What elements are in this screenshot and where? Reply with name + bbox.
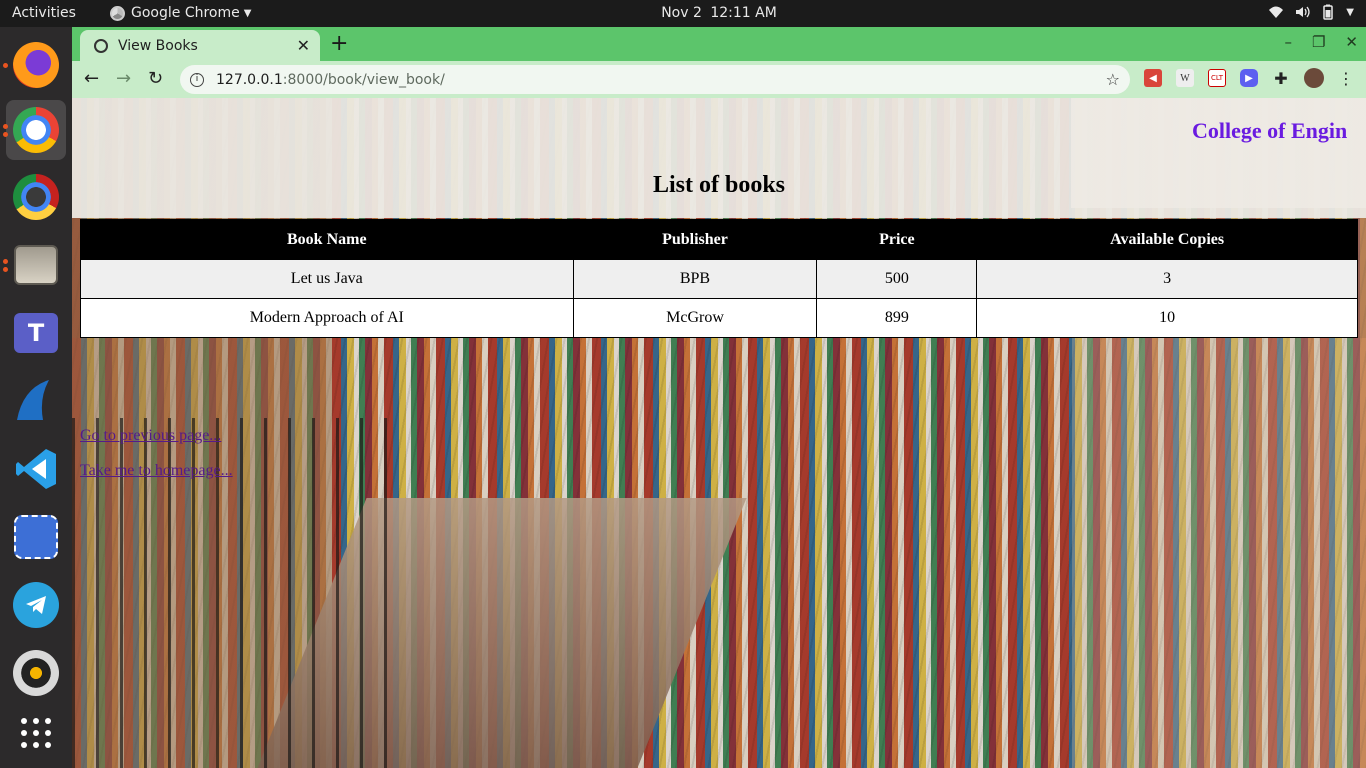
dock-telegram[interactable] bbox=[6, 575, 66, 635]
copies-cell: 10 bbox=[976, 298, 1358, 338]
previous-page-link[interactable]: Go to previous page... bbox=[80, 427, 221, 445]
close-window-icon[interactable]: ✕ bbox=[1345, 33, 1358, 51]
url-text: 127.0.0.1:8000/book/view_book/ bbox=[216, 72, 1106, 88]
screenshot-icon bbox=[14, 515, 58, 559]
menu-kebab-icon[interactable]: ⋮ bbox=[1338, 69, 1354, 88]
teams-icon: T bbox=[14, 313, 58, 353]
publisher-cell: BPB bbox=[572, 259, 818, 299]
power-menu-icon: ▼ bbox=[1346, 6, 1354, 18]
dock-google-chrome[interactable] bbox=[3, 100, 66, 160]
restore-icon[interactable]: ❐ bbox=[1312, 33, 1325, 51]
puzzle-icon[interactable]: ✚ bbox=[1272, 69, 1290, 88]
dock-google-chrome-dev[interactable] bbox=[6, 167, 66, 227]
clock-date: Nov 2 bbox=[661, 5, 702, 21]
dock-vscode[interactable] bbox=[6, 439, 66, 499]
running-indicator bbox=[3, 63, 8, 68]
college-title: College of Engin bbox=[1192, 118, 1348, 143]
table-header-row: Book Name Publisher Price Available Copi… bbox=[80, 219, 1358, 260]
window-controls: – ❐ ✕ bbox=[1284, 33, 1358, 51]
globe-icon bbox=[94, 38, 108, 53]
publisher-cell: McGrow bbox=[572, 298, 818, 338]
close-tab-icon[interactable]: ✕ bbox=[297, 36, 310, 55]
new-tab-button[interactable]: + bbox=[330, 31, 348, 56]
site-info-icon[interactable]: i bbox=[190, 72, 204, 87]
tab-view-books[interactable]: View Books ✕ bbox=[80, 30, 320, 61]
battery-icon bbox=[1323, 4, 1334, 20]
chrome-icon bbox=[13, 107, 59, 153]
dock-firefox[interactable] bbox=[3, 35, 66, 95]
price-cell: 500 bbox=[816, 259, 978, 299]
running-indicator bbox=[3, 132, 8, 137]
column-header: Available Copies bbox=[976, 219, 1358, 260]
vscode-icon bbox=[16, 449, 56, 489]
page-viewport: College of Engin List of books Book Name… bbox=[72, 98, 1366, 768]
system-top-bar: Activities Google Chrome ▼ Nov 2 12:11 A… bbox=[0, 0, 1366, 27]
dock-files[interactable] bbox=[3, 235, 66, 295]
browser-toolbar: ← → ↻ i 127.0.0.1:8000/book/view_book/ ☆… bbox=[72, 61, 1366, 98]
firefox-icon bbox=[13, 42, 59, 88]
grid-icon bbox=[21, 718, 51, 748]
profile-avatar[interactable] bbox=[1304, 68, 1324, 88]
dock-microsoft-teams[interactable]: T bbox=[6, 303, 66, 363]
url-path: :8000/book/view_book/ bbox=[282, 71, 445, 88]
zoom-icon[interactable]: ▶ bbox=[1240, 69, 1258, 87]
url-host: 127.0.0.1 bbox=[216, 71, 283, 88]
clock[interactable]: Nov 2 12:11 AM bbox=[0, 5, 1366, 21]
telegram-icon bbox=[13, 582, 59, 628]
files-icon bbox=[14, 245, 58, 285]
chrome-dev-icon bbox=[13, 174, 59, 220]
megaphone-icon[interactable]: ◀ bbox=[1144, 69, 1162, 87]
reload-icon[interactable]: ↻ bbox=[148, 68, 163, 89]
wiki-icon[interactable]: W bbox=[1176, 69, 1194, 87]
dock-show-applications[interactable] bbox=[6, 703, 66, 763]
wifi-icon bbox=[1269, 6, 1284, 18]
homepage-link[interactable]: Take me to homepage... bbox=[80, 462, 233, 480]
book-name-cell: Modern Approach of AI bbox=[80, 298, 574, 338]
volume-icon bbox=[1296, 6, 1310, 18]
page-title: List of books bbox=[652, 172, 786, 198]
bookmark-star-icon[interactable]: ☆ bbox=[1106, 70, 1120, 89]
column-header: Publisher bbox=[572, 219, 818, 260]
books-table: Book Name Publisher Price Available Copi… bbox=[80, 219, 1358, 338]
system-tray[interactable]: ▼ bbox=[1268, 4, 1354, 20]
table-row: Modern Approach of AI McGrow 899 10 bbox=[80, 298, 1358, 338]
column-header: Book Name bbox=[80, 219, 574, 260]
minimize-icon[interactable]: – bbox=[1284, 33, 1292, 51]
dock-screenshot-tool[interactable] bbox=[6, 507, 66, 567]
tab-title: View Books bbox=[118, 37, 198, 54]
back-arrow-icon[interactable]: ← bbox=[84, 68, 99, 89]
price-cell: 899 bbox=[816, 298, 978, 338]
dock: T bbox=[0, 27, 72, 768]
extensions-area: ◀ W CLT ▶ ✚ ⋮ bbox=[1144, 68, 1354, 88]
copies-cell: 3 bbox=[976, 259, 1358, 299]
running-indicator bbox=[3, 259, 8, 264]
running-indicator bbox=[3, 267, 8, 272]
book-name-cell: Let us Java bbox=[80, 259, 574, 299]
running-indicator bbox=[3, 124, 8, 129]
dock-rhythmbox[interactable] bbox=[6, 643, 66, 703]
tab-strip: View Books ✕ + – ❐ ✕ bbox=[72, 27, 1366, 61]
rhythmbox-icon bbox=[13, 650, 59, 696]
address-bar[interactable]: i 127.0.0.1:8000/book/view_book/ ☆ bbox=[180, 65, 1130, 94]
table-row: Let us Java BPB 500 3 bbox=[80, 259, 1358, 299]
forward-arrow-icon[interactable]: → bbox=[116, 68, 131, 89]
column-header: Price bbox=[816, 219, 978, 260]
extension-icon[interactable]: CLT bbox=[1208, 69, 1226, 87]
clock-time: 12:11 AM bbox=[710, 5, 777, 21]
wireshark-icon bbox=[17, 380, 49, 420]
dock-wireshark[interactable] bbox=[6, 371, 66, 431]
